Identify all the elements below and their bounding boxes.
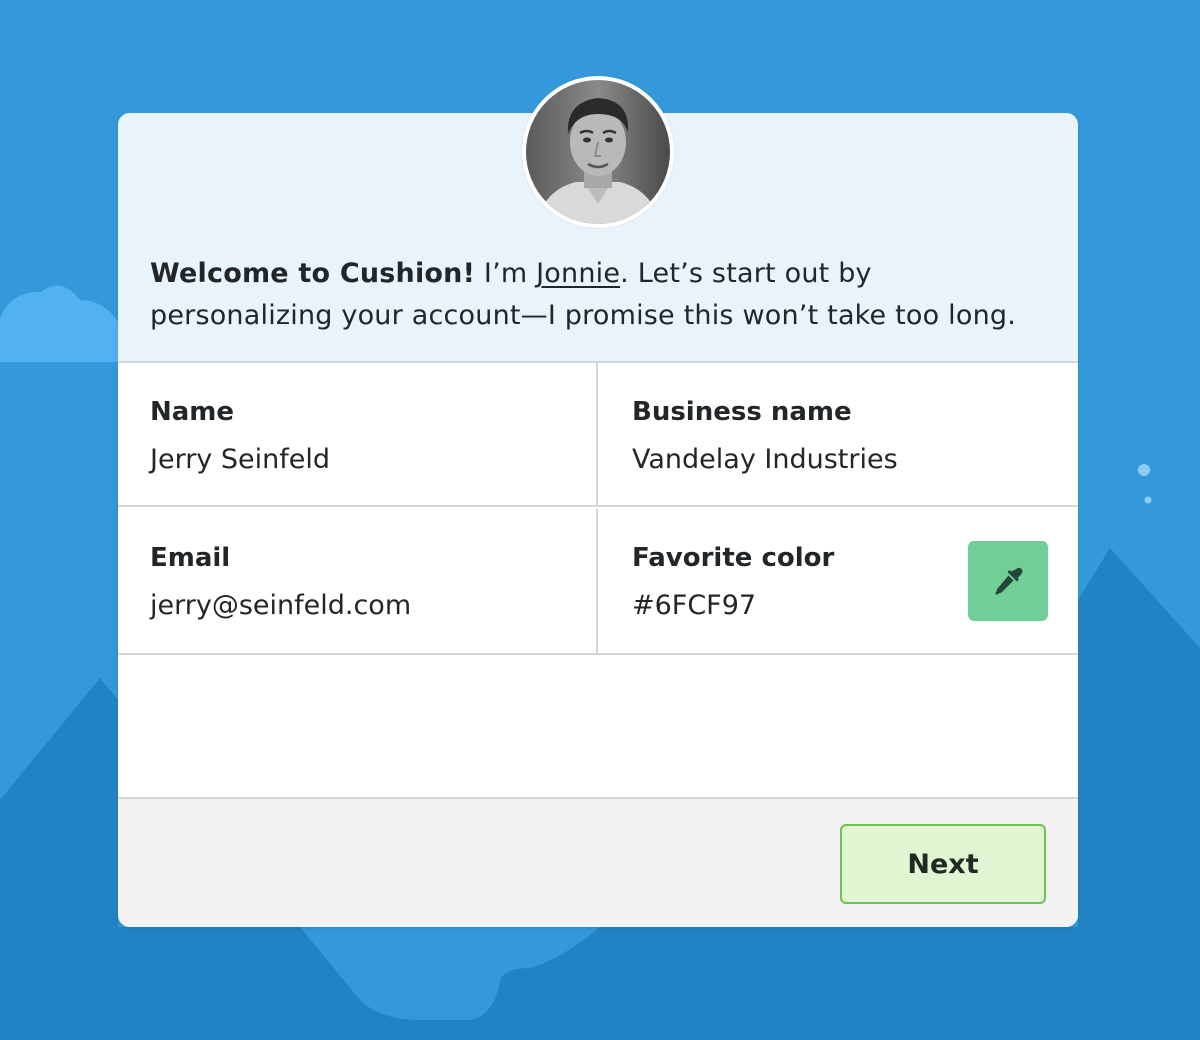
business-name-field[interactable]: Business name Vandelay Industries: [598, 363, 1078, 507]
avatar: [522, 76, 674, 228]
color-picker-button[interactable]: [968, 541, 1048, 621]
name-value[interactable]: Jerry Seinfeld: [150, 443, 330, 477]
business-name-label: Business name: [632, 397, 852, 427]
welcome-message: Welcome to Cushion! I’m Jonnie. Let’s st…: [150, 253, 1050, 337]
email-field[interactable]: Email jerry@seinfeld.com: [118, 509, 598, 655]
star-dot: [1144, 496, 1152, 504]
welcome-title: Welcome to Cushion!: [150, 258, 476, 289]
email-value[interactable]: jerry@seinfeld.com: [150, 589, 411, 623]
card-footer: Next: [118, 797, 1078, 927]
favorite-color-value[interactable]: #6FCF97: [632, 589, 756, 623]
next-button[interactable]: Next: [840, 824, 1046, 904]
onboarding-card: Welcome to Cushion! I’m Jonnie. Let’s st…: [118, 113, 1078, 927]
favorite-color-field[interactable]: Favorite color #6FCF97: [598, 509, 1078, 655]
star-dot: [1138, 464, 1150, 476]
guide-name-link[interactable]: Jonnie: [536, 258, 620, 289]
business-name-value[interactable]: Vandelay Industries: [632, 443, 898, 477]
intro-prefix: I’m: [475, 258, 537, 289]
name-label: Name: [150, 397, 235, 427]
favorite-color-label: Favorite color: [632, 543, 835, 573]
name-field[interactable]: Name Jerry Seinfeld: [118, 363, 598, 507]
email-label: Email: [150, 543, 231, 573]
eyedropper-icon: [995, 567, 1023, 595]
user-photo-icon: [526, 80, 670, 224]
